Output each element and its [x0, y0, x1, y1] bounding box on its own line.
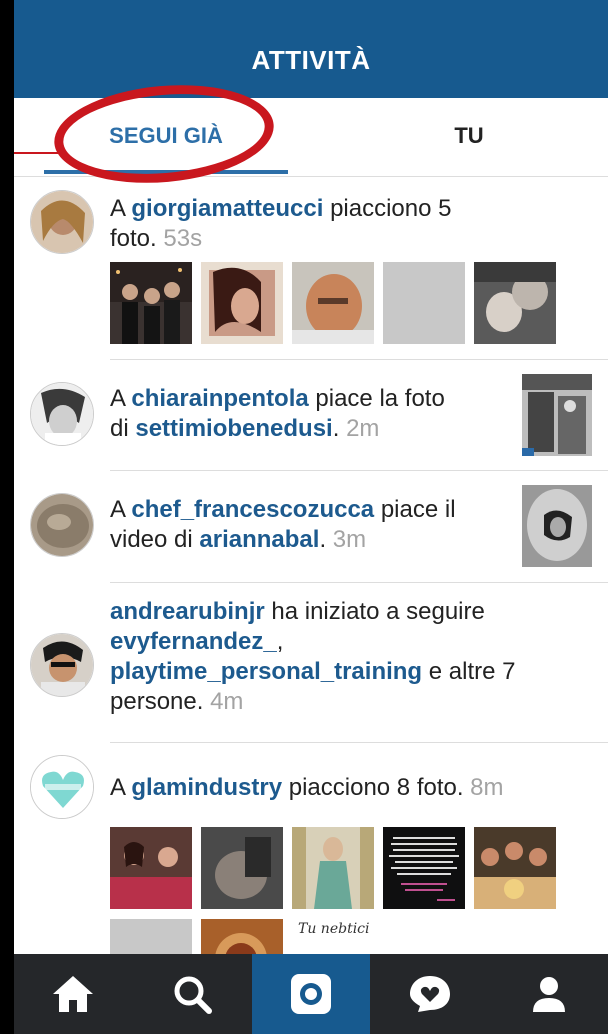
divider: [110, 470, 608, 471]
page-title: ATTIVITÀ: [251, 44, 371, 75]
text-action: di: [110, 415, 136, 442]
text-action: video di: [110, 526, 200, 553]
photo-thumbnails: [110, 827, 556, 909]
screen: ATTIVITÀ SEGUI GIÀ TU A giorgiamatteucci…: [14, 0, 608, 1034]
timestamp: 8m: [463, 774, 504, 801]
text-action: piacciono 5: [323, 195, 452, 222]
username-link[interactable]: glamindustry: [131, 774, 282, 801]
text-action: piace il: [374, 496, 456, 523]
photo-thumbnail[interactable]: [522, 485, 592, 567]
photo-thumbnail[interactable]: [201, 262, 283, 344]
activity-heart-icon: [409, 976, 450, 1012]
text-separator: ,: [276, 628, 284, 655]
username-link[interactable]: settimiobenedusi: [135, 415, 332, 442]
photo-thumbnail[interactable]: [110, 827, 192, 909]
camera-icon: [290, 974, 331, 1014]
timestamp: 3m: [326, 526, 367, 553]
timestamp: 4m: [203, 688, 244, 715]
text-action: persone.: [110, 688, 204, 715]
avatar[interactable]: [30, 755, 94, 819]
photo-thumbnail[interactable]: [383, 827, 465, 909]
username-link[interactable]: playtime_personal_training: [110, 658, 422, 685]
username-link[interactable]: chef_francescozucca: [131, 496, 374, 523]
photo-thumbnails: [110, 262, 556, 344]
username-link[interactable]: chiarainpentola: [131, 385, 308, 412]
text-prefix: A: [110, 774, 132, 801]
text-action: piace la foto: [308, 385, 445, 412]
nav-home[interactable]: [14, 954, 133, 1034]
profile-icon: [532, 977, 565, 1012]
photo-thumbnail[interactable]: [292, 827, 374, 909]
photo-thumbnail[interactable]: [522, 374, 592, 456]
username-link[interactable]: ariannabal: [199, 526, 319, 553]
home-icon: [53, 976, 94, 1012]
username-link[interactable]: evyfernandez_: [110, 628, 277, 655]
header: ATTIVITÀ: [14, 0, 608, 98]
nav-activity[interactable]: [370, 954, 489, 1034]
activity-text: A chiarainpentola piace la foto di setti…: [110, 384, 445, 444]
nav-profile[interactable]: [489, 954, 608, 1034]
text-action: piacciono 8 foto.: [282, 774, 464, 801]
username-link[interactable]: andrearubinjr: [110, 598, 265, 625]
avatar[interactable]: [30, 633, 94, 697]
username-link[interactable]: giorgiamatteucci: [131, 195, 323, 222]
search-icon: [174, 976, 213, 1014]
avatar[interactable]: [30, 382, 94, 446]
activity-text: A giorgiamatteucci piacciono 5 foto. 53s: [110, 194, 452, 254]
activity-text: andrearubinjr ha iniziato a seguire evyf…: [110, 597, 515, 717]
photo-thumbnail[interactable]: [474, 827, 556, 909]
text-action: foto.: [110, 225, 157, 252]
activity-text: A chef_francescozucca piace il video di …: [110, 495, 456, 555]
text-prefix: A: [110, 496, 132, 523]
photo-thumbnail[interactable]: [292, 262, 374, 344]
divider: [110, 359, 608, 360]
text-prefix: A: [110, 195, 132, 222]
photo-thumbnail[interactable]: [110, 262, 192, 344]
activity-text: A glamindustry piacciono 8 foto. 8m: [110, 773, 504, 803]
timestamp: 53s: [156, 225, 203, 252]
timestamp: 2m: [339, 415, 380, 442]
annotation-line: [14, 152, 62, 154]
avatar[interactable]: [30, 190, 94, 254]
text-prefix: A: [110, 385, 132, 412]
avatar[interactable]: [30, 493, 94, 557]
tab-you[interactable]: TU: [394, 98, 544, 174]
photo-thumbnail[interactable]: [474, 262, 556, 344]
divider: [110, 582, 608, 583]
divider: [110, 742, 608, 743]
photo-thumbnail[interactable]: [383, 262, 465, 344]
text-action: ha iniziato a seguire: [264, 598, 485, 625]
nav-search[interactable]: [133, 954, 252, 1034]
photo-thumbnail[interactable]: [201, 827, 283, 909]
thumbnail-caption: Tu nebtici: [298, 921, 370, 937]
nav-camera[interactable]: [251, 954, 371, 1034]
text-action: e altre 7: [422, 658, 516, 685]
bottom-nav: [14, 954, 608, 1034]
